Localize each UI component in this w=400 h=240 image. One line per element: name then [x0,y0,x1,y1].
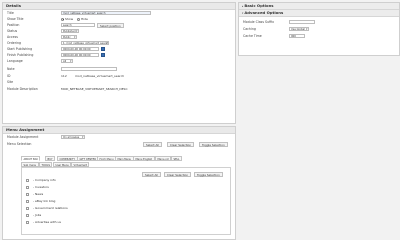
module-description-value: MOD_NETBASE_VIRTUEMART_SEARCH_DESC [61,87,128,91]
menu-assignment-header: Menu Assignment [3,127,235,134]
access-select[interactable]: Public [61,35,77,39]
module-assignment-select[interactable]: On all pages [61,135,85,139]
module-assignment-label: Module Assignment [7,135,39,139]
show-radio[interactable] [61,17,64,21]
cache-time-input[interactable]: 900 [289,34,305,38]
site-label: Site [7,80,14,84]
tab-sell[interactable]: SELL [171,156,182,161]
checkbox[interactable] [26,221,29,224]
tab-toggle-selection-button[interactable]: Toggle Selection [194,172,223,177]
tab-community[interactable]: COMMUNITY [57,156,78,161]
ordering-select[interactable]: 1. mod_netbase_virtuemart_search [61,41,109,45]
details-panel: Details Title mod_netbase_virtuemart_sea… [2,2,236,124]
menu-assignment-panel: Menu Assignment Module Assignment On all… [2,126,236,240]
select-all-button[interactable]: Select All [143,141,162,147]
options-panel: ▸Basic Options ▾Advanced Options Module … [238,2,400,56]
checkbox[interactable] [26,186,29,189]
checkbox[interactable] [26,179,29,182]
tab-menu-english[interactable]: Menu English [133,156,155,161]
tab-about-bav[interactable]: ABOUT BAV [21,156,41,161]
select-position-button[interactable]: Select position [97,22,124,28]
tab-gift-center[interactable]: GIFT CENTER [77,156,99,161]
toggle-selection-button[interactable]: Toggle Selection [199,141,228,147]
advanced-options-title: Advanced Options [244,10,284,15]
checkbox[interactable] [26,193,29,196]
tab-content: Select All Clear Selection Toggle Select… [21,167,231,235]
calendar-icon[interactable] [101,47,105,51]
status-select[interactable]: Published [61,29,79,33]
caching-select[interactable]: Use Global [289,27,309,31]
basic-options-title: Basic Options [244,3,274,8]
note-label: Note [7,67,15,71]
tab-select-all-button[interactable]: Select All [142,172,161,177]
tab-hoch-menu[interactable]: Hoch Menu [97,156,117,161]
caching-label: Caching [243,27,256,31]
checkbox[interactable] [26,200,29,203]
menu-selection-label: Menu Selection [7,142,32,146]
advanced-options-header[interactable]: ▾Advanced Options [239,10,399,17]
note-input[interactable] [61,67,117,71]
module-class-suffix-label: Module Class Suffix [243,20,275,24]
tab-menu-col[interactable]: Menu-col [155,156,172,161]
tab-clear-selection-button[interactable]: Clear Selection [164,172,192,177]
module-description-label: Module Description [7,87,38,91]
language-select[interactable]: All [61,59,73,63]
module-class-suffix-input[interactable] [289,20,315,24]
title-input[interactable]: mod_netbase_virtuemart_search [61,11,151,15]
details-header: Details [3,3,235,10]
finish-publishing-input[interactable]: 0000-00-00 00:00:00 [61,53,99,57]
start-publishing-input[interactable]: 0000-00-00 00:00:00 [61,47,99,51]
cache-time-label: Cache Time [243,34,262,38]
calendar-icon[interactable] [101,53,105,57]
tab-main-menu[interactable]: Main Menu [115,156,134,161]
checkbox[interactable] [26,207,29,210]
clear-selection-button[interactable]: Clear Selection [167,141,195,147]
tab-buy[interactable]: BUY [45,156,56,161]
hide-radio[interactable] [77,17,80,21]
position-input[interactable]: search [61,23,95,27]
language-label: Language [7,59,23,63]
basic-options-header[interactable]: ▸Basic Options [239,3,399,10]
checkbox[interactable] [26,214,29,217]
